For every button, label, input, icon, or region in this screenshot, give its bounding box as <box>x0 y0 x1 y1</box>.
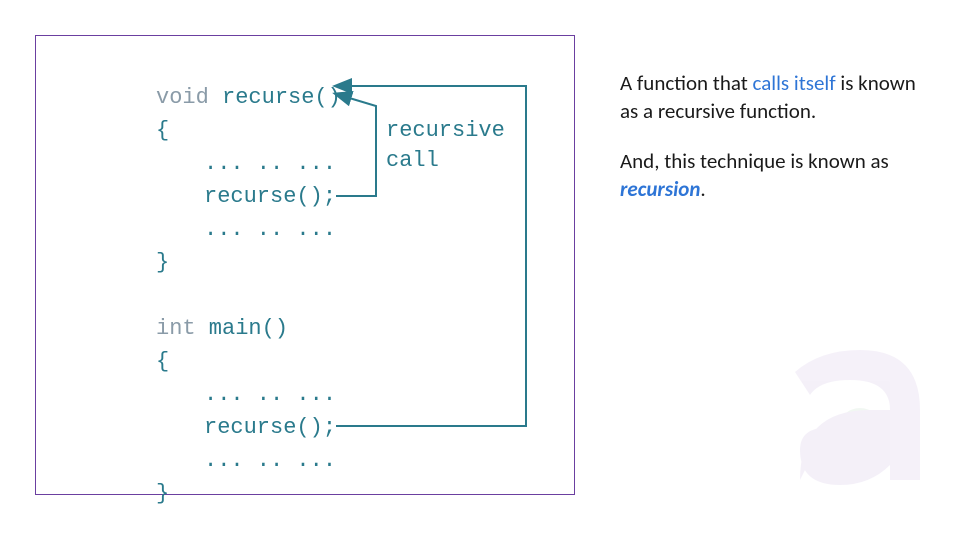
code-line: } <box>156 246 341 279</box>
code-line: ... .. ... <box>156 444 341 477</box>
code-line: ... .. ... <box>156 378 341 411</box>
fn-recurse-sig: recurse() <box>209 85 341 110</box>
code-diagram-box: void recurse() { ... .. ... recurse(); .… <box>35 35 575 495</box>
code-block: void recurse() { ... .. ... recurse(); .… <box>156 81 341 510</box>
code-line: recurse(); <box>156 411 341 444</box>
explanation-paragraph-1: A function that calls itself is known as… <box>620 69 930 126</box>
watermark-letter-a-icon <box>740 300 940 500</box>
code-line: ... .. ... <box>156 213 341 246</box>
code-line: recurse(); <box>156 180 341 213</box>
highlight-calls-itself: calls itself <box>753 70 836 96</box>
keyword-void: void <box>156 85 209 110</box>
code-line: int main() <box>156 312 341 345</box>
keyword-int: int <box>156 316 196 341</box>
fn-main-sig: main() <box>196 316 288 341</box>
explanation-paragraph-2: And, this technique is known as recursio… <box>620 147 930 204</box>
code-line: { <box>156 114 341 147</box>
code-line: ... .. ... <box>156 147 341 180</box>
explanation-text: A function that calls itself is known as… <box>620 48 930 224</box>
code-blank <box>156 279 341 312</box>
recursive-call-label: recursive call <box>386 116 505 175</box>
code-line: void recurse() <box>156 81 341 114</box>
highlight-recursion: recursion <box>620 176 700 202</box>
code-line: } <box>156 477 341 510</box>
code-line: { <box>156 345 341 378</box>
